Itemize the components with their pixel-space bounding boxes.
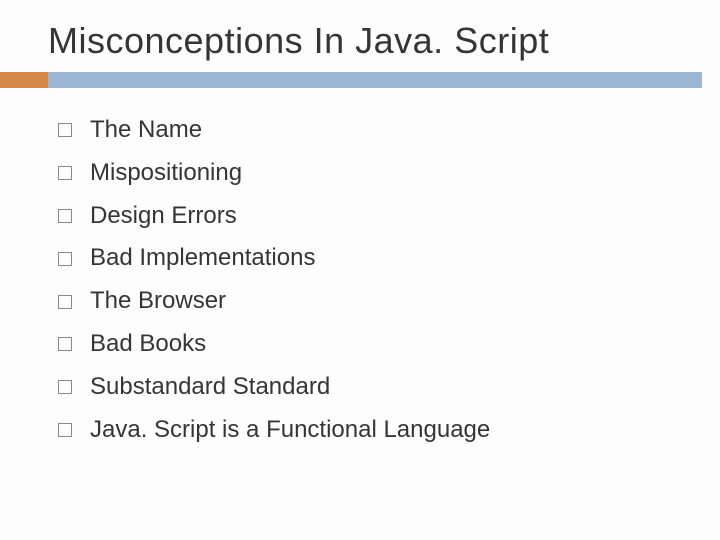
- accent-block: [0, 72, 48, 88]
- list-item-label: Design Errors: [90, 202, 237, 231]
- list-item: The Name: [58, 116, 720, 145]
- list-item: Bad Books: [58, 330, 720, 359]
- list-item-label: Bad Implementations: [90, 244, 315, 273]
- slide-title: Misconceptions In Java. Script: [48, 20, 720, 62]
- list-item-label: Substandard Standard: [90, 373, 330, 402]
- list-item-label: Bad Books: [90, 330, 206, 359]
- square-bullet-icon: [58, 166, 72, 180]
- list-item-label: The Browser: [90, 287, 226, 316]
- list-item: Mispositioning: [58, 159, 720, 188]
- square-bullet-icon: [58, 423, 72, 437]
- slide: Misconceptions In Java. Script The Name …: [0, 0, 720, 540]
- square-bullet-icon: [58, 123, 72, 137]
- list-item: Bad Implementations: [58, 244, 720, 273]
- list-item: The Browser: [58, 287, 720, 316]
- square-bullet-icon: [58, 252, 72, 266]
- horizontal-bar: [48, 72, 702, 88]
- square-bullet-icon: [58, 380, 72, 394]
- list-item: Java. Script is a Functional Language: [58, 416, 720, 445]
- list-item: Substandard Standard: [58, 373, 720, 402]
- list-item-label: Java. Script is a Functional Language: [90, 416, 490, 445]
- square-bullet-icon: [58, 337, 72, 351]
- list-item: Design Errors: [58, 202, 720, 231]
- bullet-list: The Name Mispositioning Design Errors Ba…: [58, 116, 720, 444]
- title-rule: [0, 72, 720, 88]
- square-bullet-icon: [58, 209, 72, 223]
- list-item-label: The Name: [90, 116, 202, 145]
- list-item-label: Mispositioning: [90, 159, 242, 188]
- square-bullet-icon: [58, 295, 72, 309]
